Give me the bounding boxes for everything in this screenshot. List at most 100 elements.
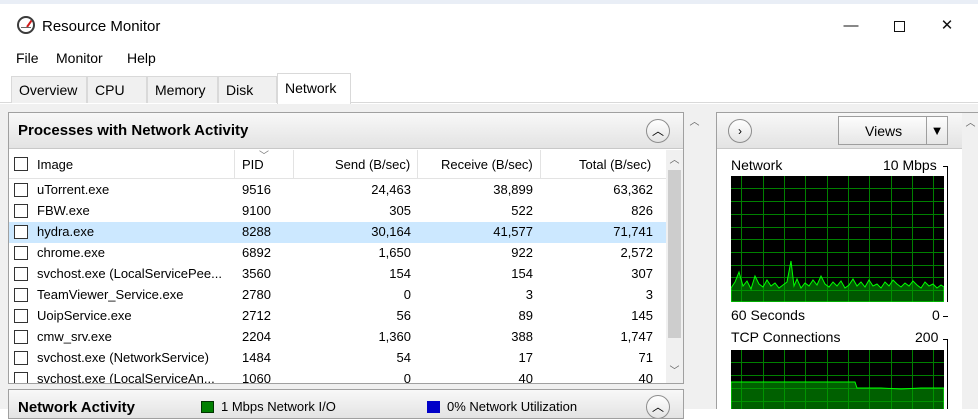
row-checkbox[interactable] — [14, 288, 28, 302]
network-activity-panel[interactable]: Network Activity 1 Mbps Network I/O 0% N… — [8, 389, 684, 419]
network-graph — [731, 176, 944, 302]
processes-scrollbar[interactable]: ︿ ﹀ — [666, 150, 683, 383]
scroll-up-icon[interactable]: ︿ — [686, 114, 703, 131]
axis-tick — [943, 316, 948, 317]
tcp-graph — [731, 350, 944, 409]
tab-memory[interactable]: Memory — [147, 76, 218, 103]
cell-receive: 3 — [525, 287, 533, 302]
scrollbar-thumb[interactable] — [668, 170, 681, 338]
processes-collapse-button[interactable]: ︿ — [646, 119, 670, 143]
graphs-scrollbar[interactable]: ︿ — [962, 113, 978, 409]
cell-receive: 388 — [511, 329, 533, 344]
graphs-toolbar: › Views ▼ — [717, 113, 978, 149]
column-divider[interactable] — [417, 150, 418, 179]
row-checkbox[interactable] — [14, 330, 28, 344]
cell-total: 71,741 — [613, 224, 653, 239]
processes-panel-title: Processes with Network Activity — [18, 122, 249, 139]
scroll-up-icon[interactable]: ︿ — [666, 152, 683, 169]
cell-receive: 154 — [511, 266, 533, 281]
row-checkbox[interactable] — [14, 225, 28, 239]
scroll-up-icon[interactable]: ︿ — [962, 115, 978, 132]
processes-panel-header[interactable]: Processes with Network Activity ︿ — [9, 113, 683, 149]
splitter-scrollbar[interactable]: ︿ — [686, 112, 703, 409]
network-graph-max: 10 Mbps — [883, 157, 937, 173]
table-row[interactable]: TeamViewer_Service.exe 2780 0 3 3 — [9, 285, 667, 306]
table-row[interactable]: svchost.exe (LocalServiceAn... 1060 0 40… — [9, 369, 667, 384]
network-graph-span: 60 Seconds — [731, 307, 805, 323]
cell-image: uTorrent.exe — [37, 182, 110, 197]
cell-image: cmw_srv.exe — [37, 329, 112, 344]
tab-network[interactable]: Network — [277, 73, 351, 104]
dropdown-arrow-icon[interactable]: ▼ — [926, 117, 947, 144]
row-checkbox[interactable] — [14, 372, 28, 383]
cell-total: 71 — [638, 350, 653, 365]
table-row[interactable]: cmw_srv.exe 2204 1,360 388 1,747 — [9, 327, 667, 348]
cell-send: 0 — [403, 371, 411, 384]
row-checkbox[interactable] — [14, 246, 28, 260]
network-utilization-legend: 0% Network Utilization — [447, 399, 578, 414]
cell-pid: 1060 — [242, 371, 271, 384]
tab-disk[interactable]: Disk — [218, 76, 277, 103]
expand-panel-button[interactable]: › — [728, 119, 752, 143]
select-all-checkbox[interactable] — [14, 157, 28, 171]
table-row-selected[interactable]: hydra.exe 8288 30,164 41,577 71,741 — [9, 222, 667, 243]
menu-monitor[interactable]: Monitor — [56, 50, 103, 66]
tab-cpu[interactable]: CPU — [87, 76, 147, 103]
cell-send: 1,360 — [378, 329, 411, 344]
maximize-button[interactable] — [876, 10, 922, 42]
scroll-down-icon[interactable]: ﹀ — [666, 363, 683, 380]
network-graph-plot — [731, 176, 944, 302]
menu-help[interactable]: Help — [127, 50, 156, 66]
column-divider[interactable] — [540, 150, 541, 179]
processes-table-header: Image PID ﹀ Send (B/sec) Receive (B/sec)… — [9, 150, 669, 179]
row-checkbox[interactable] — [14, 309, 28, 323]
cell-total: 826 — [631, 203, 653, 218]
column-total[interactable]: Total (B/sec) — [579, 157, 651, 172]
column-divider[interactable] — [234, 150, 235, 179]
cell-total: 307 — [631, 266, 653, 281]
cell-send: 30,164 — [371, 224, 411, 239]
maximize-icon — [893, 20, 905, 32]
column-receive[interactable]: Receive (B/sec) — [441, 157, 533, 172]
row-checkbox[interactable] — [14, 351, 28, 365]
cell-pid: 2204 — [242, 329, 271, 344]
cell-receive: 17 — [518, 350, 533, 365]
minimize-button[interactable]: — — [828, 10, 874, 42]
cell-total: 3 — [645, 287, 653, 302]
row-checkbox[interactable] — [14, 267, 28, 281]
views-label: Views — [865, 123, 903, 139]
table-row[interactable]: FBW.exe 9100 305 522 826 — [9, 201, 667, 222]
cell-receive: 41,577 — [493, 224, 533, 239]
tab-overview[interactable]: Overview — [11, 76, 87, 103]
table-row[interactable]: UoipService.exe 2712 56 89 145 — [9, 306, 667, 327]
cell-send: 54 — [396, 350, 411, 365]
cell-pid: 8288 — [242, 224, 271, 239]
network-graph-min: 0 — [932, 307, 940, 323]
table-row[interactable]: chrome.exe 6892 1,650 922 2,572 — [9, 243, 667, 264]
table-row[interactable]: svchost.exe (LocalServicePee... 3560 154… — [9, 264, 667, 285]
network-io-swatch — [201, 401, 214, 413]
table-row[interactable]: uTorrent.exe 9516 24,463 38,899 63,362 — [9, 180, 667, 201]
cell-send: 1,650 — [378, 245, 411, 260]
cell-image: UoipService.exe — [37, 308, 132, 323]
cell-receive: 89 — [518, 308, 533, 323]
row-checkbox[interactable] — [14, 204, 28, 218]
column-divider[interactable] — [293, 150, 294, 179]
row-checkbox[interactable] — [14, 183, 28, 197]
column-image[interactable]: Image — [37, 157, 73, 172]
processes-table-body: uTorrent.exe 9516 24,463 38,899 63,362 F… — [9, 180, 667, 384]
network-activity-collapse-button[interactable]: ︿ — [646, 395, 670, 418]
chevron-up-icon: ︿ — [651, 400, 664, 414]
tab-bar: Overview CPU Memory Disk Network — [0, 73, 978, 104]
network-utilization-swatch — [427, 401, 440, 413]
axis-line — [947, 166, 948, 302]
menu-file[interactable]: File — [16, 50, 39, 66]
tcp-graph-plot — [731, 350, 944, 409]
cell-send: 0 — [403, 287, 411, 302]
network-io-legend: 1 Mbps Network I/O — [221, 399, 336, 414]
close-button[interactable]: ✕ — [924, 10, 970, 42]
table-row[interactable]: svchost.exe (NetworkService) 1484 54 17 … — [9, 348, 667, 369]
column-send[interactable]: Send (B/sec) — [335, 157, 410, 172]
chevron-up-icon: ︿ — [651, 124, 664, 138]
views-button[interactable]: Views ▼ — [838, 116, 948, 145]
